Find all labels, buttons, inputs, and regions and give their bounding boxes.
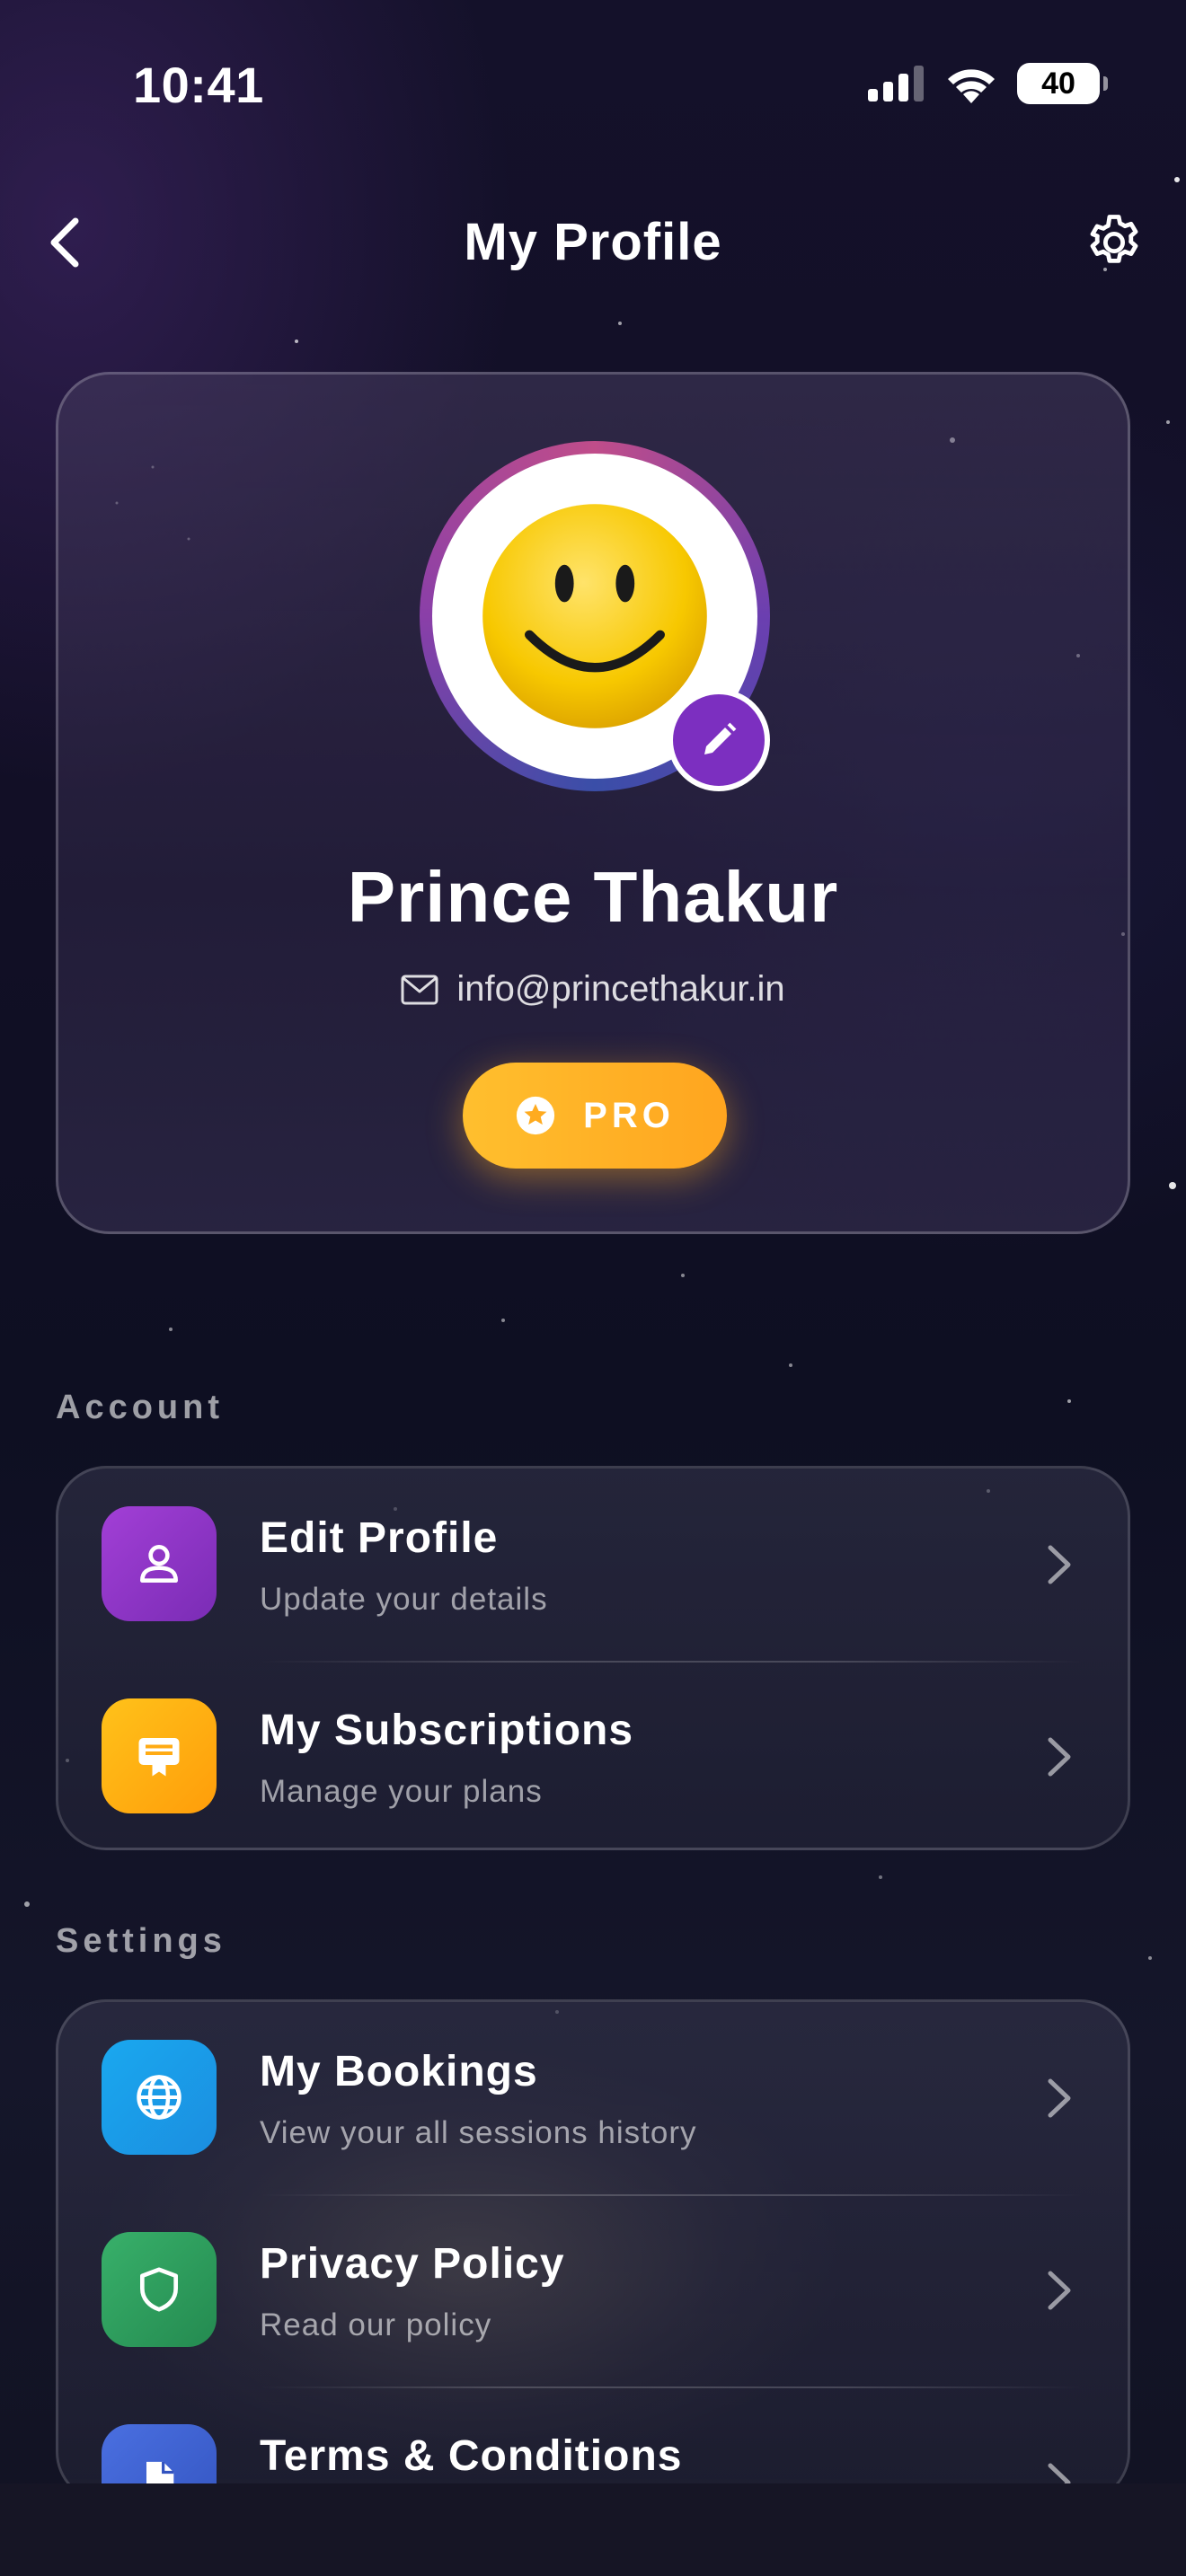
settings-menu-card: My Bookings View your all sessions histo… (56, 1999, 1130, 2502)
chevron-right-icon (1048, 2078, 1071, 2118)
gear-icon (1090, 215, 1138, 263)
edit-avatar-button[interactable] (668, 689, 770, 791)
section-label-settings: Settings (56, 1922, 226, 1960)
smiley-avatar-icon (482, 504, 707, 728)
pencil-icon (704, 722, 737, 754)
star-circle-icon (517, 1096, 555, 1135)
status-icons: 40 (868, 63, 1108, 104)
page-title: My Profile (464, 213, 722, 271)
bottom-bar-background (0, 2483, 1186, 2576)
mail-icon (401, 975, 438, 1004)
chevron-right-icon (1048, 1737, 1071, 1777)
menu-item-title: My Bookings (260, 2048, 538, 2095)
section-label-account: Account (56, 1389, 224, 1426)
wifi-icon (948, 69, 995, 103)
shield-icon (102, 2232, 217, 2347)
cellular-signal-icon (868, 66, 924, 101)
menu-item-title: My Subscriptions (260, 1707, 634, 1754)
menu-item-my-bookings[interactable]: My Bookings View your all sessions histo… (58, 2002, 1128, 2194)
menu-item-subscriptions[interactable]: My Subscriptions Manage your plans (58, 1661, 1128, 1848)
menu-item-subtitle: Read our policy (260, 2307, 492, 2342)
menu-item-subtitle: Update your details (260, 1582, 548, 1617)
certificate-icon (102, 1698, 217, 1813)
menu-item-subtitle: Manage your plans (260, 1774, 543, 1809)
settings-button[interactable] (1082, 210, 1146, 275)
globe-icon (102, 2040, 217, 2155)
chevron-right-icon (1048, 1545, 1071, 1584)
menu-item-title: Terms & Conditions (260, 2432, 683, 2480)
menu-item-privacy-policy[interactable]: Privacy Policy Read our policy (58, 2194, 1128, 2386)
email-row: info@princethakur.in (58, 969, 1128, 1010)
status-time: 10:41 (133, 57, 264, 113)
pro-badge[interactable]: PRO (463, 1063, 727, 1169)
profile-email: info@princethakur.in (456, 969, 785, 1009)
pro-badge-label: PRO (583, 1095, 675, 1135)
menu-item-edit-profile[interactable]: Edit Profile Update your details (58, 1469, 1128, 1661)
account-menu-card: Edit Profile Update your details My Subs… (56, 1466, 1130, 1850)
user-icon (102, 1506, 217, 1621)
battery-indicator: 40 (1017, 63, 1108, 104)
profile-name: Prince Thakur (347, 857, 839, 937)
chevron-right-icon (1048, 2271, 1071, 2310)
menu-item-title: Privacy Policy (260, 2240, 565, 2288)
profile-card: Prince Thakur info@princethakur.in PRO (56, 372, 1130, 1234)
header: My Profile (0, 205, 1186, 280)
menu-item-subtitle: View your all sessions history (260, 2115, 697, 2150)
menu-item-title: Edit Profile (260, 1514, 499, 1562)
